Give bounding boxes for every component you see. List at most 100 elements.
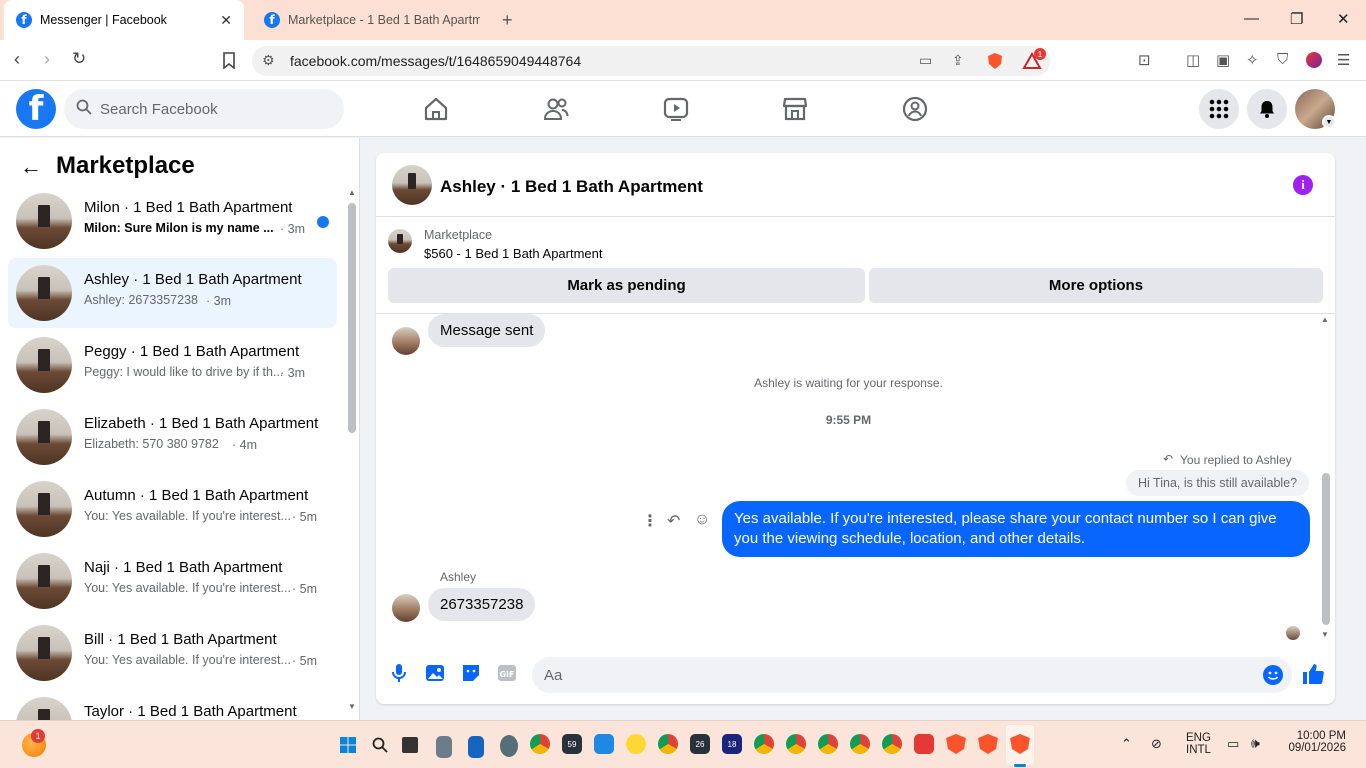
back-arrow-icon[interactable]: ← — [20, 154, 42, 180]
task-view-icon[interactable] — [402, 737, 418, 753]
windows-start-icon[interactable] — [340, 737, 356, 753]
chat-scrollbar[interactable]: ▲ ▼ — [1321, 315, 1331, 645]
menu-grid-button[interactable] — [1199, 89, 1239, 129]
address-bar[interactable]: ⚙ facebook.com/messages/t/16486590494487… — [252, 46, 1050, 76]
url-text[interactable]: facebook.com/messages/t/1648659049448764 — [290, 53, 581, 69]
menu-icon[interactable]: ☰ — [1337, 51, 1350, 69]
sidebar-toggle-icon[interactable]: ◫ — [1186, 51, 1200, 69]
restore-icon[interactable]: ❐ — [1290, 10, 1303, 28]
notifications-button[interactable] — [1247, 89, 1287, 129]
chrome-icon[interactable] — [818, 734, 838, 754]
vpn-icon[interactable]: ⛉ — [1277, 51, 1288, 68]
clock[interactable]: 10:00 PM 09/01/2026 — [1282, 730, 1346, 754]
thumbs-up-icon[interactable] — [1301, 662, 1325, 686]
tray-chevron-icon[interactable]: ⌃ — [1121, 736, 1132, 752]
chrome-icon[interactable] — [530, 734, 550, 754]
facebook-logo-icon[interactable]: f — [16, 89, 56, 129]
back-icon[interactable]: ‹ — [14, 49, 20, 70]
chat-title[interactable]: Ashley · 1 Bed 1 Bath Apartment — [440, 177, 703, 197]
install-app-icon[interactable]: ▭ — [919, 52, 932, 69]
chrome-icon[interactable] — [658, 734, 678, 754]
chevron-down-icon[interactable]: ▼ — [1322, 115, 1336, 129]
reload-icon[interactable]: ↻ — [72, 49, 86, 69]
chrome-icon[interactable] — [882, 734, 902, 754]
display-icon[interactable]: ▭ — [1227, 736, 1239, 752]
vivaldi-icon[interactable] — [914, 734, 934, 754]
share-icon[interactable]: ⇪ — [952, 52, 964, 69]
language-indicator[interactable]: ENG INTL — [1186, 732, 1211, 756]
react-emoji-icon[interactable]: ☺ — [694, 511, 710, 529]
more-actions-icon[interactable]: ⋮ — [642, 511, 658, 531]
message-input[interactable] — [544, 657, 1244, 693]
listing-price[interactable]: $560 - 1 Bed 1 Bath Apartment — [424, 246, 603, 261]
info-icon[interactable]: i — [1293, 175, 1313, 195]
emoji-icon[interactable] — [1262, 664, 1284, 686]
conversation-item[interactable]: Milon · 1 Bed 1 Bath Apartment Milon: Su… — [8, 186, 337, 256]
conversation-item[interactable]: Ashley · 1 Bed 1 Bath Apartment Ashley: … — [8, 258, 337, 328]
app-icon[interactable] — [500, 735, 518, 757]
conversation-item[interactable]: Autumn · 1 Bed 1 Bath Apartment You: Yes… — [8, 474, 337, 544]
chat-listing-thumbnail[interactable] — [392, 165, 432, 205]
scrollbar-thumb[interactable] — [1322, 473, 1330, 625]
site-settings-icon[interactable]: ⚙ — [262, 52, 275, 69]
sticker-icon[interactable] — [460, 662, 482, 684]
search-input[interactable] — [100, 89, 330, 129]
new-tab-icon[interactable]: + — [502, 10, 513, 31]
close-window-icon[interactable]: ✕ — [1337, 10, 1350, 28]
notepad-icon[interactable] — [468, 736, 484, 758]
bookmark-icon[interactable] — [222, 52, 236, 69]
scroll-up-icon[interactable]: ▲ — [348, 188, 356, 197]
volume-icon[interactable]: 🕪 — [1251, 735, 1260, 752]
reply-icon[interactable]: ↶ — [667, 511, 680, 531]
search-box[interactable] — [64, 89, 344, 129]
leo-ai-icon[interactable]: ✧ — [1246, 51, 1259, 69]
chrome-icon[interactable] — [786, 734, 806, 754]
conversation-item[interactable]: Peggy · 1 Bed 1 Bath Apartment Peggy: I … — [8, 330, 337, 400]
conversation-list-scrollbar[interactable]: ▲ ▼ — [347, 188, 357, 712]
conversation-time: · 3m — [206, 294, 231, 308]
scroll-up-icon[interactable]: ▲ — [1321, 315, 1329, 324]
brave-icon[interactable] — [978, 734, 998, 754]
message-thread: Message sent Ashley is waiting for your … — [376, 314, 1335, 645]
quoted-message[interactable]: Hi Tina, is this still available? — [1126, 470, 1310, 496]
brave-shield-icon[interactable] — [986, 52, 1004, 70]
brave-icon[interactable] — [946, 734, 966, 754]
photo-icon[interactable] — [424, 662, 446, 684]
app-badge-icon[interactable]: 59 — [562, 734, 582, 754]
app-badge-icon[interactable]: 18 — [722, 734, 742, 754]
marketplace-icon[interactable] — [781, 95, 809, 123]
forward-icon[interactable]: › — [44, 49, 50, 70]
profile-extension-icon[interactable] — [1306, 52, 1322, 68]
minimize-icon[interactable]: — — [1244, 10, 1259, 27]
tab-messenger[interactable]: f Messenger | Facebook ✕ — [4, 0, 244, 40]
calculator-icon[interactable] — [436, 736, 452, 758]
home-icon[interactable] — [422, 95, 450, 123]
gif-icon[interactable]: GIF — [496, 662, 518, 684]
scrollbar-thumb[interactable] — [348, 203, 356, 433]
chrome-icon[interactable] — [850, 734, 870, 754]
photos-icon[interactable] — [594, 734, 614, 754]
conversation-item[interactable]: Naji · 1 Bed 1 Bath Apartment You: Yes a… — [8, 546, 337, 616]
close-tab-icon[interactable]: ✕ — [220, 12, 232, 29]
app-badge-icon[interactable]: 26 — [690, 734, 710, 754]
tab-marketplace[interactable]: f Marketplace - 1 Bed 1 Bath Apartmen — [252, 4, 492, 36]
taskbar-search-icon[interactable] — [372, 737, 388, 753]
scroll-down-icon[interactable]: ▼ — [1321, 630, 1329, 639]
wallet-icon[interactable]: ▣ — [1216, 51, 1230, 69]
friends-icon[interactable] — [542, 95, 570, 123]
chrome-icon[interactable] — [754, 734, 774, 754]
more-options-button[interactable]: More options — [869, 268, 1323, 303]
microphone-icon[interactable] — [388, 662, 410, 684]
network-icon[interactable]: ⊘ — [1151, 736, 1162, 752]
message-input-box[interactable] — [532, 657, 1292, 693]
app-icon[interactable] — [626, 734, 646, 754]
conversation-item[interactable]: Bill · 1 Bed 1 Bath Apartment You: Yes a… — [8, 618, 337, 688]
mark-as-pending-button[interactable]: Mark as pending — [388, 268, 865, 303]
conversation-item[interactable]: Taylor · 1 Bed 1 Bath Apartment — [8, 690, 337, 720]
conversation-item[interactable]: Elizabeth · 1 Bed 1 Bath Apartment Eliza… — [8, 402, 337, 472]
scroll-down-icon[interactable]: ▼ — [348, 702, 356, 711]
listing-thumbnail[interactable] — [388, 229, 412, 253]
groups-icon[interactable] — [901, 95, 929, 123]
video-icon[interactable] — [662, 95, 690, 123]
reader-mode-icon[interactable]: ⊡ — [1138, 51, 1151, 69]
